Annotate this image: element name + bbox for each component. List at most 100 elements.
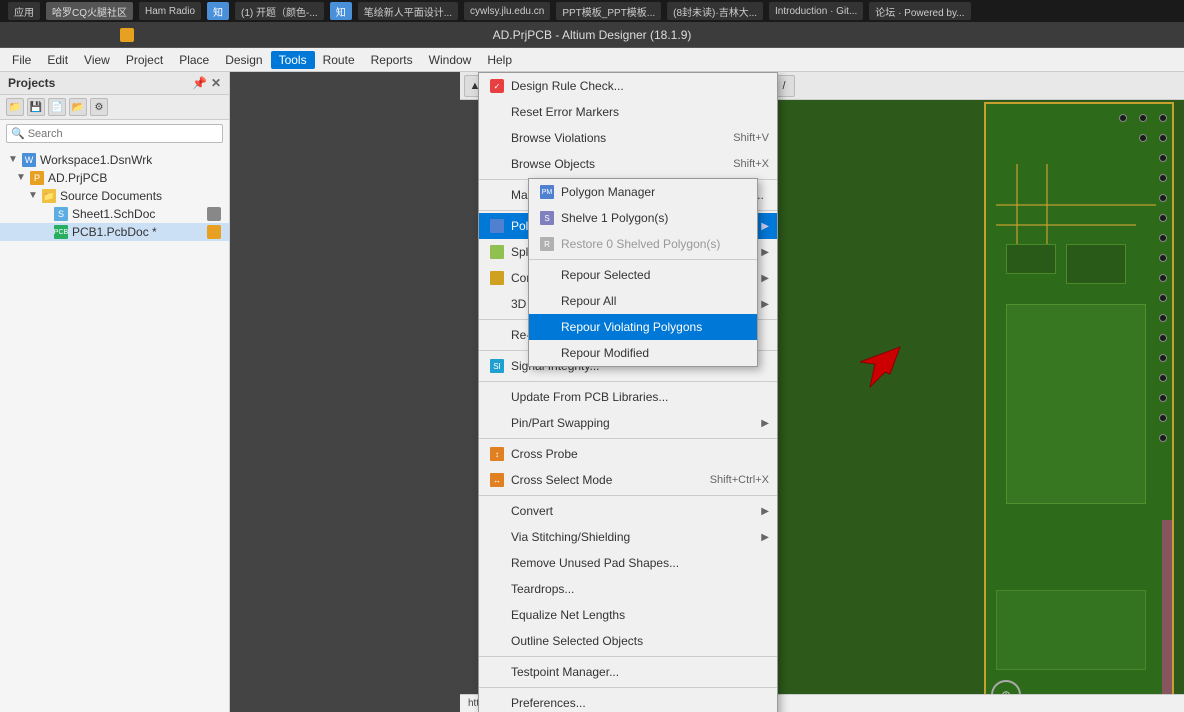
sidebar-close-icon[interactable]: ✕ — [211, 76, 221, 90]
browse-violations-icon — [487, 128, 507, 148]
teardrops-icon — [487, 579, 507, 599]
menu-reports[interactable]: Reports — [363, 51, 421, 69]
pcb-trace-v2 — [1046, 164, 1048, 244]
apps-label[interactable]: 应用 — [8, 2, 40, 20]
sidebar-btn-new[interactable]: 📄 — [48, 98, 66, 116]
menu-design[interactable]: Design — [217, 51, 270, 69]
sys-tab-6[interactable]: 笔绘新人平面设计... — [358, 2, 458, 20]
pcb-icon: PCB — [54, 225, 68, 239]
submenu-repour-all[interactable]: Repour All — [529, 288, 757, 314]
tools-outline-selected[interactable]: Outline Selected Objects — [479, 628, 777, 654]
tree-source-docs[interactable]: ▼ 📁 Source Documents — [0, 187, 229, 205]
restore-polygon-label: Restore 0 Shelved Polygon(s) — [561, 237, 720, 251]
tools-cross-probe[interactable]: ↕ Cross Probe — [479, 441, 777, 467]
content-area: ▲ + □ ▪ ~ ≡ ↺ ⊞ 🔍 ↔ · A / — [230, 72, 1184, 712]
sys-tab-7[interactable]: cywlsy.jlu.edu.cn — [464, 2, 550, 20]
repour-modified-label: Repour Modified — [561, 346, 649, 360]
tools-menu: ✓ Design Rule Check... Reset Error Marke… — [478, 72, 778, 712]
menu-tools[interactable]: Tools — [271, 51, 315, 69]
sidebar-btn-open[interactable]: 📂 — [69, 98, 87, 116]
pcb-hole — [1139, 114, 1147, 122]
menu-project[interactable]: Project — [118, 51, 171, 69]
menu-place[interactable]: Place — [171, 51, 217, 69]
sidebar-btn-save[interactable]: 💾 — [27, 98, 45, 116]
shelve-polygon-icon: S — [537, 208, 557, 228]
sys-tab-9[interactable]: (8封未读)·吉林大... — [667, 2, 763, 20]
menu-route[interactable]: Route — [315, 51, 363, 69]
submenu-repour-selected[interactable]: Repour Selected — [529, 262, 757, 288]
submenu-repour-modified[interactable]: Repour Modified — [529, 340, 757, 366]
pcb-component-block — [1006, 304, 1146, 504]
sidebar-btn-settings[interactable]: ⚙ — [90, 98, 108, 116]
tools-testpoint-manager[interactable]: Testpoint Manager... — [479, 659, 777, 685]
drc-icon: ✓ — [487, 76, 507, 96]
sidebar-title: Projects — [8, 76, 55, 90]
pcb-board: ⊕ — [984, 102, 1174, 712]
submenu-restore-polygon[interactable]: R Restore 0 Shelved Polygon(s) — [529, 231, 757, 257]
sidebar: Projects 📌 ✕ 📁 💾 📄 📂 ⚙ 🔍 ▼ W Workspace1.… — [0, 72, 230, 712]
menu-view[interactable]: View — [76, 51, 118, 69]
tools-remove-pad-shapes[interactable]: Remove Unused Pad Shapes... — [479, 550, 777, 576]
sys-tab-3[interactable]: 知 — [207, 2, 229, 20]
workspace-label: Workspace1.DsnWrk — [40, 153, 152, 167]
teardrops-label: Teardrops... — [511, 582, 769, 596]
tools-via-stitching[interactable]: Via Stitching/Shielding ▶ — [479, 524, 777, 550]
tree-workspace[interactable]: ▼ W Workspace1.DsnWrk — [0, 151, 229, 169]
search-box[interactable]: 🔍 — [6, 124, 223, 143]
submenu-shelve-polygon[interactable]: S Shelve 1 Polygon(s) — [529, 205, 757, 231]
pcb-hole — [1139, 134, 1147, 142]
cross-probe-icon: ↕ — [487, 444, 507, 464]
sidebar-pin-icon[interactable]: 📌 — [192, 76, 207, 90]
tools-cross-select-mode[interactable]: ↔ Cross Select Mode Shift+Ctrl+X — [479, 467, 777, 493]
tools-pin-part-swapping[interactable]: Pin/Part Swapping ▶ — [479, 410, 777, 436]
menu-edit[interactable]: Edit — [39, 51, 76, 69]
tools-equalize-nets[interactable]: Equalize Net Lengths — [479, 602, 777, 628]
schematic-badge — [207, 207, 221, 221]
sys-tab-2[interactable]: Ham Radio — [139, 2, 201, 20]
tools-update-pcb-libs[interactable]: Update From PCB Libraries... — [479, 384, 777, 410]
drc-label: Design Rule Check... — [511, 79, 769, 93]
tools-preferences[interactable]: Preferences... — [479, 690, 777, 712]
sys-tab-5[interactable]: 知 — [330, 2, 352, 20]
tree-area: ▼ W Workspace1.DsnWrk ▼ P AD.PrjPCB ▼ 📁 … — [0, 147, 229, 712]
sidebar-btn-folder[interactable]: 📁 — [6, 98, 24, 116]
system-bar: 应用 哈罗CQ火腿社区 Ham Radio 知 (1) 开题（颜色-... 知 … — [0, 0, 1184, 22]
shelve-polygon-label: Shelve 1 Polygon(s) — [561, 211, 668, 225]
remove-pad-label: Remove Unused Pad Shapes... — [511, 556, 769, 570]
submenu-polygon-manager[interactable]: PM Polygon Manager — [529, 179, 757, 205]
menu-sep-5 — [479, 381, 777, 382]
polygon-manager-icon: PM — [537, 182, 557, 202]
tree-project[interactable]: ▼ P AD.PrjPCB — [0, 169, 229, 187]
menu-sep-9 — [479, 687, 777, 688]
cross-select-icon: ↔ — [487, 470, 507, 490]
pcb-hole — [1159, 354, 1167, 362]
tools-convert[interactable]: Convert ▶ — [479, 498, 777, 524]
search-input[interactable] — [28, 128, 218, 140]
pin-part-swapping-icon — [487, 413, 507, 433]
sys-tab-1[interactable]: 哈罗CQ火腿社区 — [46, 2, 133, 20]
menu-window[interactable]: Window — [421, 51, 480, 69]
pin-swapping-arrow: ▶ — [761, 418, 769, 429]
workspace-icon: W — [22, 153, 36, 167]
tools-reset-errors[interactable]: Reset Error Markers — [479, 99, 777, 125]
pcb-hole — [1159, 394, 1167, 402]
pcb-hole — [1159, 414, 1167, 422]
sys-tab-11[interactable]: 论坛 · Powered by... — [869, 2, 970, 20]
tree-schematic[interactable]: ▶ S Sheet1.SchDoc — [0, 205, 229, 223]
sys-tab-4[interactable]: (1) 开题（颜色-... — [235, 2, 324, 20]
tools-browse-objects[interactable]: Browse Objects Shift+X — [479, 151, 777, 177]
title-text: AD.PrjPCB - Altium Designer (18.1.9) — [493, 28, 692, 42]
sys-tab-8[interactable]: PPT模板_PPT模板... — [556, 2, 661, 20]
pcb-hole — [1159, 114, 1167, 122]
pcb-trace-h — [996, 204, 1156, 206]
sys-tab-10[interactable]: Introduction · Git... — [769, 2, 863, 20]
tools-browse-violations[interactable]: Browse Violations Shift+V — [479, 125, 777, 151]
tree-pcb[interactable]: ▶ PCB PCB1.PcbDoc * — [0, 223, 229, 241]
tools-drc[interactable]: ✓ Design Rule Check... — [479, 73, 777, 99]
polygon-manager-label: Polygon Manager — [561, 185, 655, 199]
tools-teardrops[interactable]: Teardrops... — [479, 576, 777, 602]
polygon-pours-icon — [487, 216, 507, 236]
submenu-repour-violating[interactable]: Repour Violating Polygons — [529, 314, 757, 340]
menu-help[interactable]: Help — [479, 51, 520, 69]
menu-file[interactable]: File — [4, 51, 39, 69]
